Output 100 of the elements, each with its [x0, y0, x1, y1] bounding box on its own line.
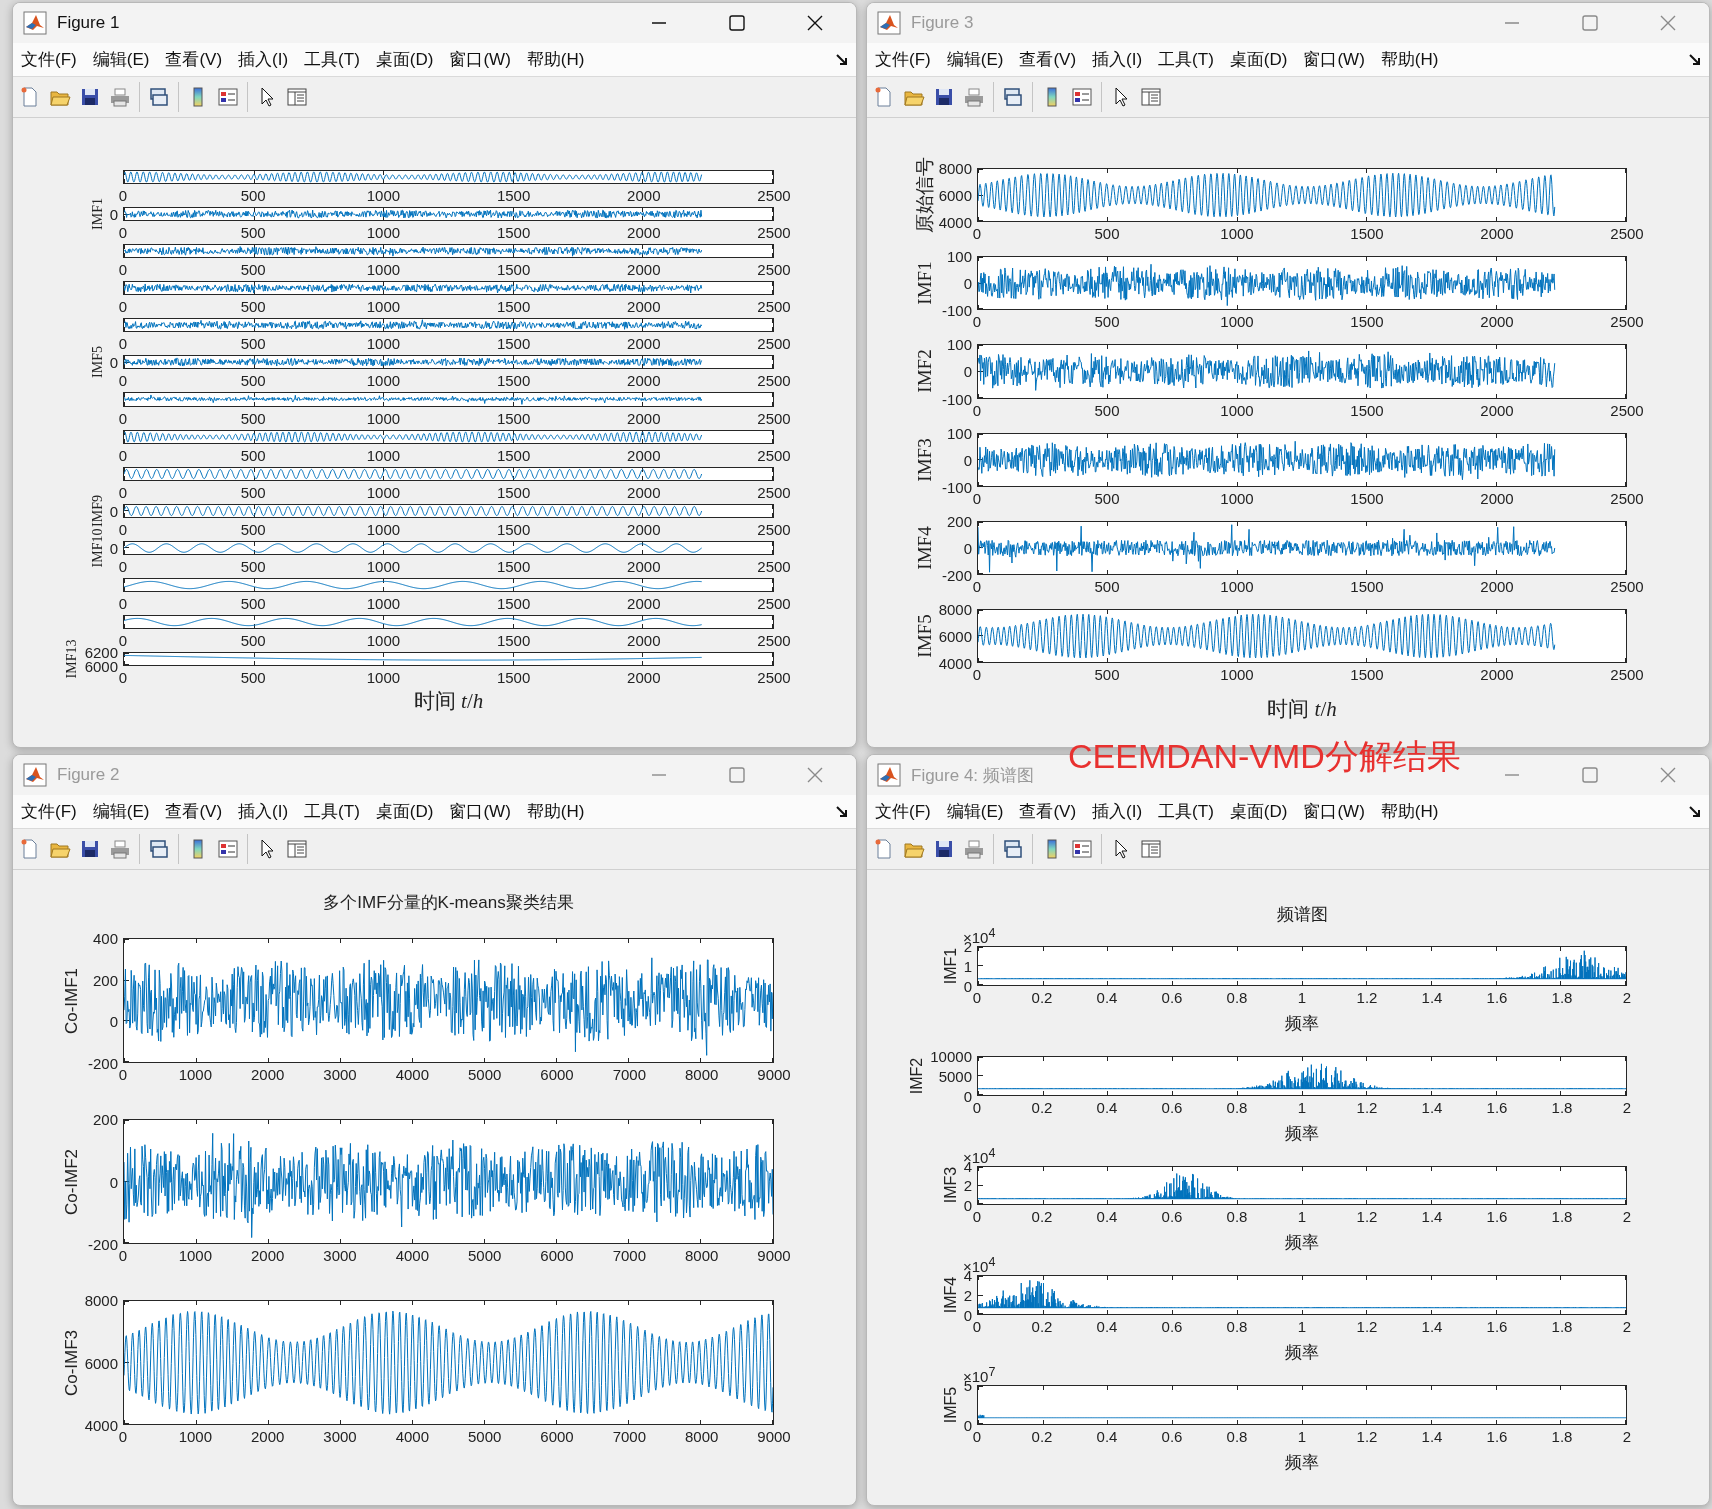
table-icon[interactable]	[286, 838, 308, 860]
window-title: Figure 2	[57, 765, 121, 785]
tick-label: 500	[240, 299, 266, 316]
tick-label: 0.4	[1096, 1209, 1118, 1226]
menu-item[interactable]: 帮助(H)	[526, 48, 585, 71]
menu-item[interactable]: 窗口(W)	[1303, 800, 1365, 823]
menu-item[interactable]: 桌面(D)	[375, 800, 434, 823]
tick-label: 1500	[1350, 490, 1384, 507]
link-icon[interactable]	[148, 838, 170, 860]
menu-item[interactable]: 插入(I)	[238, 800, 289, 823]
axis-label: IMF4	[942, 1277, 959, 1314]
tick-label: 1.8	[1551, 1209, 1573, 1226]
table-icon[interactable]	[1140, 86, 1162, 108]
menu-item[interactable]: 帮助(H)	[1380, 48, 1439, 71]
menu-item[interactable]: 文件(F)	[21, 800, 77, 823]
menu-item[interactable]: 窗口(W)	[449, 48, 511, 71]
menu-item[interactable]: 窗口(W)	[1303, 48, 1365, 71]
menu-item[interactable]: 查看(V)	[1019, 800, 1077, 823]
print-icon[interactable]	[109, 86, 131, 108]
table-icon[interactable]	[1140, 838, 1162, 860]
tick-label: 500	[1094, 402, 1120, 419]
menu-item[interactable]: 插入(I)	[1092, 800, 1143, 823]
save-icon[interactable]	[933, 86, 955, 108]
tick-label: 500	[240, 225, 266, 242]
menu-item[interactable]: 文件(F)	[875, 800, 931, 823]
menu-item[interactable]: 工具(T)	[1158, 48, 1214, 71]
axis-label: IMF10	[90, 528, 105, 568]
window-title: Figure 4: 频谱图	[911, 764, 1035, 787]
tick-label: 9000	[757, 1429, 791, 1445]
tick-label: 0.2	[1031, 989, 1053, 1006]
tick-label: 2000	[627, 188, 661, 205]
menu-item[interactable]: 桌面(D)	[1229, 800, 1288, 823]
legend-icon[interactable]	[1071, 86, 1093, 108]
tick-label: 2500	[1610, 402, 1644, 419]
menu-item[interactable]: 工具(T)	[304, 48, 360, 71]
menu-item[interactable]: 文件(F)	[875, 48, 931, 71]
tick-label: 1.4	[1421, 1429, 1443, 1445]
menu-item[interactable]: 编辑(E)	[92, 48, 150, 71]
tick-label: 1000	[366, 373, 401, 390]
tick-label: 2500	[1610, 667, 1644, 684]
dock-arrow-icon[interactable]	[1689, 53, 1701, 66]
tick-label: 100	[946, 248, 972, 264]
tick-label: 1000	[1220, 314, 1254, 331]
tick-label: 1000	[178, 1429, 212, 1445]
dock-arrow-icon[interactable]	[836, 805, 848, 818]
tick-label: 2500	[757, 670, 791, 687]
tick-label: 1500	[1350, 226, 1384, 243]
table-icon[interactable]	[286, 86, 308, 108]
legend-icon[interactable]	[217, 838, 239, 860]
dock-arrow-icon[interactable]	[1689, 805, 1701, 818]
tick-label: 1500	[496, 299, 531, 316]
legend-icon[interactable]	[217, 86, 239, 108]
tick-label: 100	[946, 425, 972, 440]
tick-label: 0	[109, 540, 118, 556]
menu-item[interactable]: 工具(T)	[1158, 800, 1214, 823]
close-icon[interactable]	[806, 14, 824, 32]
link-icon[interactable]	[1002, 86, 1024, 108]
maximize-icon[interactable]	[728, 14, 746, 32]
menu-item[interactable]: 工具(T)	[304, 800, 360, 823]
menu-item[interactable]: 文件(F)	[21, 48, 77, 71]
save-icon[interactable]	[79, 86, 101, 108]
tick-label: 1500	[496, 225, 531, 242]
tick-label: 0	[972, 1429, 982, 1445]
link-icon[interactable]	[1002, 838, 1024, 860]
menu-item[interactable]: 帮助(H)	[526, 800, 585, 823]
save-icon[interactable]	[79, 838, 101, 860]
print-icon[interactable]	[963, 86, 985, 108]
menu-item[interactable]: 插入(I)	[238, 48, 289, 71]
tick-label: 4000	[395, 1429, 429, 1445]
tick-label: 1000	[366, 447, 401, 464]
menu-item[interactable]: 插入(I)	[1092, 48, 1143, 71]
menu-item[interactable]: 窗口(W)	[449, 800, 511, 823]
menu-item[interactable]: 编辑(E)	[946, 48, 1004, 71]
menu-item[interactable]: 编辑(E)	[92, 800, 150, 823]
tick-label: 2500	[757, 521, 791, 538]
menu-item[interactable]: 查看(V)	[165, 48, 223, 71]
tick-label: 0.8	[1226, 1099, 1248, 1116]
legend-icon[interactable]	[1071, 838, 1093, 860]
tick-label: 0	[963, 363, 972, 379]
dock-arrow-icon[interactable]	[836, 53, 848, 66]
tick-label: -200	[87, 1055, 118, 1071]
menu-item[interactable]: 桌面(D)	[375, 48, 434, 71]
axis-label: IMF3	[942, 1167, 959, 1204]
tick-label: 0	[118, 558, 128, 575]
tick-label: 1000	[366, 558, 401, 575]
print-icon[interactable]	[963, 838, 985, 860]
menu-item[interactable]: 帮助(H)	[1380, 800, 1439, 823]
link-icon[interactable]	[148, 86, 170, 108]
print-icon[interactable]	[109, 838, 131, 860]
tick-label: 0.8	[1226, 1209, 1248, 1226]
tick-label: 0.4	[1096, 1429, 1118, 1445]
tick-label: 0	[118, 262, 128, 279]
menu-item[interactable]: 桌面(D)	[1229, 48, 1288, 71]
menu-item[interactable]: 编辑(E)	[946, 800, 1004, 823]
tick-label: 400	[92, 930, 118, 946]
save-icon[interactable]	[933, 838, 955, 860]
tick-label: 0	[118, 188, 128, 205]
menu-item[interactable]: 查看(V)	[1019, 48, 1077, 71]
tick-label: -200	[941, 567, 972, 583]
menu-item[interactable]: 查看(V)	[165, 800, 223, 823]
